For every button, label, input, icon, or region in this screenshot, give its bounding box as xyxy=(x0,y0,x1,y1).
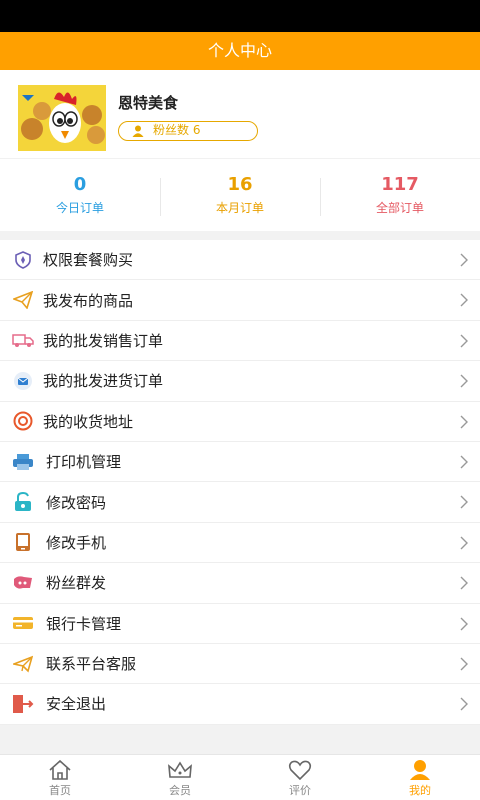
phone-icon xyxy=(12,531,34,553)
tab-label: 会员 xyxy=(169,784,191,797)
tab-mine[interactable]: 我的 xyxy=(360,755,480,800)
bottom-tab-bar: 首页 会员 评价 我的 xyxy=(0,754,480,800)
tab-member[interactable]: 会员 xyxy=(120,755,240,800)
menu-item-shipping-address[interactable]: 我的收货地址 xyxy=(0,402,480,442)
stat-today-orders[interactable]: 0 今日订单 xyxy=(0,174,160,216)
menu-item-bank-card[interactable]: 银行卡管理 xyxy=(0,604,480,644)
fans-count: 粉丝数 6 xyxy=(153,123,201,137)
chevron-right-icon xyxy=(460,576,468,590)
printer-icon xyxy=(12,451,34,473)
stat-all-orders[interactable]: 117 全部订单 xyxy=(320,174,480,216)
lock-icon xyxy=(12,491,34,513)
exit-icon xyxy=(12,693,34,715)
truck-icon xyxy=(12,329,34,351)
menu-item-label: 我的收货地址 xyxy=(43,412,134,431)
chevron-right-icon xyxy=(460,536,468,550)
page-title: 个人中心 xyxy=(0,32,480,70)
menu-item-label: 修改手机 xyxy=(46,533,107,552)
mail-icon xyxy=(12,370,34,392)
menu-item-wholesale-sales-orders[interactable]: 我的批发销售订单 xyxy=(0,321,480,362)
crown-icon xyxy=(168,761,192,778)
menu-item-change-password[interactable]: 修改密码 xyxy=(0,482,480,523)
menu-item-label: 权限套餐购买 xyxy=(43,251,134,270)
menu-item-wholesale-purchase-orders[interactable]: 我的批发进货订单 xyxy=(0,361,480,402)
send-icon xyxy=(12,653,34,675)
menu-item-label: 粉丝群发 xyxy=(46,574,107,593)
profile-card[interactable]: 恩特美食 粉丝数 6 xyxy=(0,70,480,158)
shield-icon xyxy=(12,249,34,271)
chevron-right-icon xyxy=(460,253,468,267)
menu-item-label: 打印机管理 xyxy=(46,453,122,472)
chevron-right-icon xyxy=(460,657,468,671)
stat-label: 本月订单 xyxy=(215,201,264,215)
stat-label: 全部订单 xyxy=(375,201,424,215)
status-bar xyxy=(0,0,480,32)
stat-label: 今日订单 xyxy=(55,201,104,215)
shop-name: 恩特美食 xyxy=(118,94,179,112)
order-stats: 0 今日订单 16 本月订单 117 全部订单 xyxy=(0,158,480,231)
menu-item-contact-support[interactable]: 联系平台客服 xyxy=(0,644,480,685)
menu-item-label: 安全退出 xyxy=(46,695,107,714)
menu-item-label: 联系平台客服 xyxy=(46,655,137,674)
paper-plane-icon xyxy=(12,289,34,311)
chevron-right-icon xyxy=(460,293,468,307)
megaphone-icon xyxy=(12,572,34,594)
stat-value: 117 xyxy=(381,174,419,195)
menu-item-change-phone[interactable]: 修改手机 xyxy=(0,523,480,564)
menu-item-label: 修改密码 xyxy=(46,493,107,512)
menu-item-label: 我发布的商品 xyxy=(43,291,134,310)
tab-home[interactable]: 首页 xyxy=(0,755,120,800)
tab-label: 首页 xyxy=(49,784,71,797)
stat-month-orders[interactable]: 16 本月订单 xyxy=(160,174,320,216)
home-icon xyxy=(49,759,71,780)
tab-review[interactable]: 评价 xyxy=(240,755,360,800)
menu-item-my-products[interactable]: 我发布的商品 xyxy=(0,280,480,321)
user-icon xyxy=(410,760,430,780)
fans-badge[interactable]: 粉丝数 6 xyxy=(118,121,258,141)
divider xyxy=(0,231,480,240)
stat-value: 0 xyxy=(73,174,87,195)
chevron-right-icon xyxy=(460,374,468,388)
menu-item-printer-management[interactable]: 打印机管理 xyxy=(0,442,480,483)
card-icon xyxy=(12,612,34,634)
menu-item-fan-broadcast[interactable]: 粉丝群发 xyxy=(0,563,480,604)
target-icon xyxy=(12,410,34,432)
avatar[interactable] xyxy=(18,85,106,151)
menu-item-label: 我的批发销售订单 xyxy=(43,331,164,350)
menu-item-label: 我的批发进货订单 xyxy=(43,372,164,391)
chevron-right-icon xyxy=(460,415,468,429)
chevron-right-icon xyxy=(460,495,468,509)
menu-list: 权限套餐购买 我发布的商品 我的批发销售订单 我的批发进货订单 我的收货地址 打 xyxy=(0,240,480,725)
stat-value: 16 xyxy=(227,174,253,195)
tab-label: 评价 xyxy=(289,784,311,797)
chevron-right-icon xyxy=(460,334,468,348)
heart-icon xyxy=(288,760,312,781)
chevron-right-icon xyxy=(460,617,468,631)
chevron-right-icon xyxy=(460,697,468,711)
chevron-right-icon xyxy=(460,455,468,469)
menu-item-package-purchase[interactable]: 权限套餐购买 xyxy=(0,240,480,281)
menu-item-logout[interactable]: 安全退出 xyxy=(0,684,480,725)
menu-item-label: 银行卡管理 xyxy=(46,614,122,633)
tab-label: 我的 xyxy=(409,784,431,797)
user-icon xyxy=(132,125,144,137)
